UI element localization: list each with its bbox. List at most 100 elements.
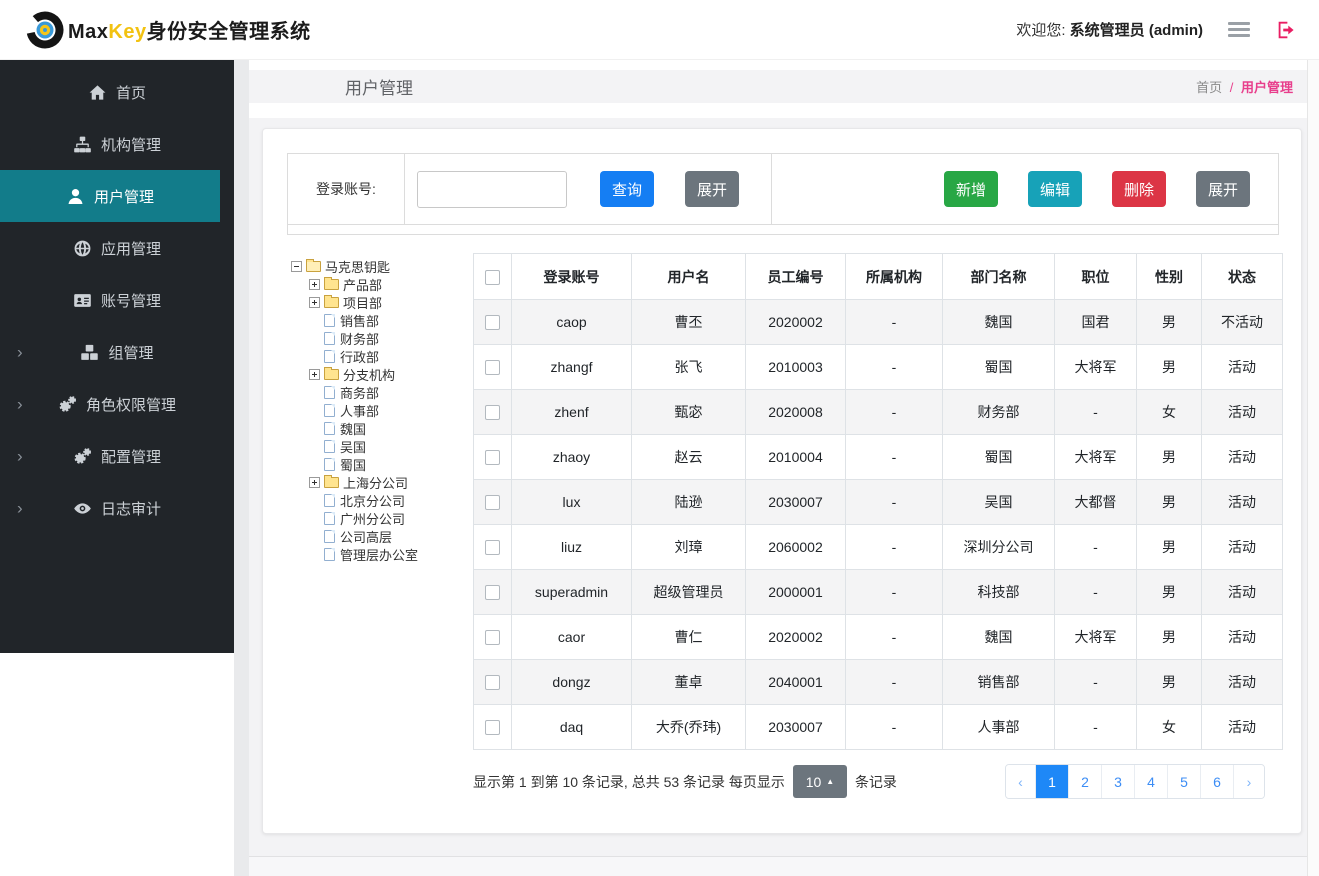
brand-logo[interactable]: MaxKey身份安全管理系统 <box>26 11 311 49</box>
tree-node[interactable]: 产品部 <box>291 275 467 293</box>
file-icon <box>324 421 335 435</box>
sidebar-item-config-mgmt[interactable]: › 配置管理 <box>0 430 234 482</box>
tree-expand-icon[interactable] <box>309 296 320 308</box>
main-content: 用户管理 首页 / 用户管理 登录账号: 查询 展开 新增 编辑 删除 展开 马… <box>249 60 1307 876</box>
tree-node-label: 公司高层 <box>340 529 393 545</box>
logout-icon[interactable] <box>1275 19 1297 41</box>
table-row[interactable]: zhenf 甄宓 2020008- 财务部 - 女活动 <box>473 389 1283 435</box>
table-row[interactable]: zhangf 张飞 2010003- 蜀国 大将军男活动 <box>473 344 1283 390</box>
tree-node[interactable]: 项目部 <box>291 293 467 311</box>
tree-node[interactable]: 吴国 <box>291 437 467 455</box>
scrollbar[interactable] <box>1307 60 1319 876</box>
tree-node[interactable]: 魏国 <box>291 419 467 437</box>
table-row[interactable]: caop 曹丕 2020002- 魏国 国君男不活动 <box>473 299 1283 345</box>
tree-collapse-icon[interactable] <box>291 260 302 272</box>
chevron-right-icon: › <box>17 498 23 518</box>
tree-node[interactable]: 蜀国 <box>291 455 467 473</box>
row-checkbox[interactable] <box>485 495 500 511</box>
table-row[interactable]: zhaoy 赵云 2010004- 蜀国 大将军男活动 <box>473 434 1283 480</box>
tree-node[interactable]: 马克思钥匙 <box>291 257 467 275</box>
row-checkbox[interactable] <box>485 720 500 736</box>
breadcrumb-home[interactable]: 首页 <box>1196 80 1222 95</box>
sidebar-item-user-mgmt[interactable]: 用户管理 <box>0 170 220 222</box>
add-button[interactable]: 新增 <box>943 171 998 207</box>
tree-node[interactable]: 财务部 <box>291 329 467 347</box>
sidebar-item-label: 首页 <box>115 84 146 102</box>
table-cell: 活动 <box>1201 704 1283 750</box>
row-checkbox[interactable] <box>485 315 500 331</box>
table-row[interactable]: superadmin 超级管理员 2000001- 科技部 - 男活动 <box>473 569 1283 615</box>
table-cell: 蜀国 <box>942 434 1055 480</box>
tree-node-label: 行政部 <box>340 349 380 365</box>
menu-toggle-icon[interactable] <box>1225 19 1253 40</box>
login-account-label: 登录账号: <box>316 181 376 197</box>
page-size-value: 10 <box>805 773 822 790</box>
row-checkbox[interactable] <box>485 675 500 691</box>
table-cell: 蜀国 <box>942 344 1055 390</box>
table-cell: daq <box>511 704 632 750</box>
table-row[interactable]: caor 曹仁 2020002- 魏国 大将军男活动 <box>473 614 1283 660</box>
table-row[interactable]: daq 大乔(乔玮) 2030007- 人事部 - 女活动 <box>473 704 1283 750</box>
row-checkbox[interactable] <box>485 405 500 421</box>
sidebar-item-log-audit[interactable]: › 日志审计 <box>0 482 234 534</box>
tree-node[interactable]: 北京分公司 <box>291 491 467 509</box>
row-checkbox[interactable] <box>485 585 500 601</box>
tree-node[interactable]: 上海分公司 <box>291 473 467 491</box>
tree-expand-icon[interactable] <box>309 278 320 290</box>
tree-node[interactable]: 分支机构 <box>291 365 467 383</box>
sidebar-item-role-perm-mgmt[interactable]: › 角色权限管理 <box>0 378 234 430</box>
page-button-4[interactable]: 4 <box>1135 765 1168 798</box>
sidebar-item-app-mgmt[interactable]: 应用管理 <box>0 222 234 274</box>
sidebar-gutter <box>234 60 249 876</box>
page-next-button[interactable]: › <box>1234 765 1264 798</box>
login-account-input[interactable] <box>417 170 567 208</box>
page-button-2[interactable]: 2 <box>1069 765 1102 798</box>
file-icon <box>324 331 335 345</box>
search-expand-button[interactable]: 展开 <box>685 171 740 207</box>
sidebar-item-home[interactable]: 首页 <box>0 66 234 118</box>
row-checkbox[interactable] <box>485 450 500 466</box>
query-button[interactable]: 查询 <box>600 171 655 207</box>
sidebar-item-group-mgmt[interactable]: › 组管理 <box>0 326 234 378</box>
column-header: 用户名 <box>631 253 746 300</box>
row-checkbox[interactable] <box>485 540 500 556</box>
tree-node[interactable]: 公司高层 <box>291 527 467 545</box>
tree-node[interactable]: 人事部 <box>291 401 467 419</box>
home-icon <box>88 83 107 102</box>
table-cell: 男 <box>1136 524 1202 570</box>
table-cell: 国君 <box>1054 299 1137 345</box>
page-prev-button[interactable]: ‹ <box>1006 765 1036 798</box>
page-button-3[interactable]: 3 <box>1102 765 1135 798</box>
table-cell: 赵云 <box>631 434 746 480</box>
file-icon <box>324 385 335 399</box>
table-expand-button[interactable]: 展开 <box>1195 171 1250 207</box>
table-cell: 活动 <box>1201 479 1283 525</box>
tree-expand-icon[interactable] <box>309 368 320 380</box>
table-row[interactable]: dongz 董卓 2040001- 销售部 - 男活动 <box>473 659 1283 705</box>
select-all-checkbox[interactable] <box>485 269 500 285</box>
table-row[interactable]: lux 陆逊 2030007- 吴国 大都督男活动 <box>473 479 1283 525</box>
delete-button[interactable]: 删除 <box>1111 171 1166 207</box>
tree-node[interactable]: 管理层办公室 <box>291 545 467 563</box>
row-checkbox[interactable] <box>485 360 500 376</box>
edit-button[interactable]: 编辑 <box>1027 171 1082 207</box>
brand-max: Max <box>68 21 109 43</box>
page-button-6[interactable]: 6 <box>1201 765 1234 798</box>
tree-node[interactable]: 商务部 <box>291 383 467 401</box>
tree-node[interactable]: 销售部 <box>291 311 467 329</box>
page-size-dropdown[interactable]: 10 ▲ <box>792 765 847 798</box>
page-button-1[interactable]: 1 <box>1036 765 1069 798</box>
sidebar-item-org-mgmt[interactable]: 机构管理 <box>0 118 234 170</box>
row-checkbox[interactable] <box>485 630 500 646</box>
tree-expand-icon[interactable] <box>309 476 320 488</box>
sidebar-item-account-mgmt[interactable]: 账号管理 <box>0 274 234 326</box>
brand-key: Key <box>108 21 147 43</box>
page-button-5[interactable]: 5 <box>1168 765 1201 798</box>
table-row[interactable]: liuz 刘璋 2060002- 深圳分公司 - 男活动 <box>473 524 1283 570</box>
tree-node[interactable]: 广州分公司 <box>291 509 467 527</box>
cubes-icon <box>80 343 99 362</box>
table-cell: - <box>845 704 943 750</box>
table-cell: 2020002 <box>745 614 846 660</box>
table-cell: 男 <box>1136 434 1202 480</box>
tree-node[interactable]: 行政部 <box>291 347 467 365</box>
